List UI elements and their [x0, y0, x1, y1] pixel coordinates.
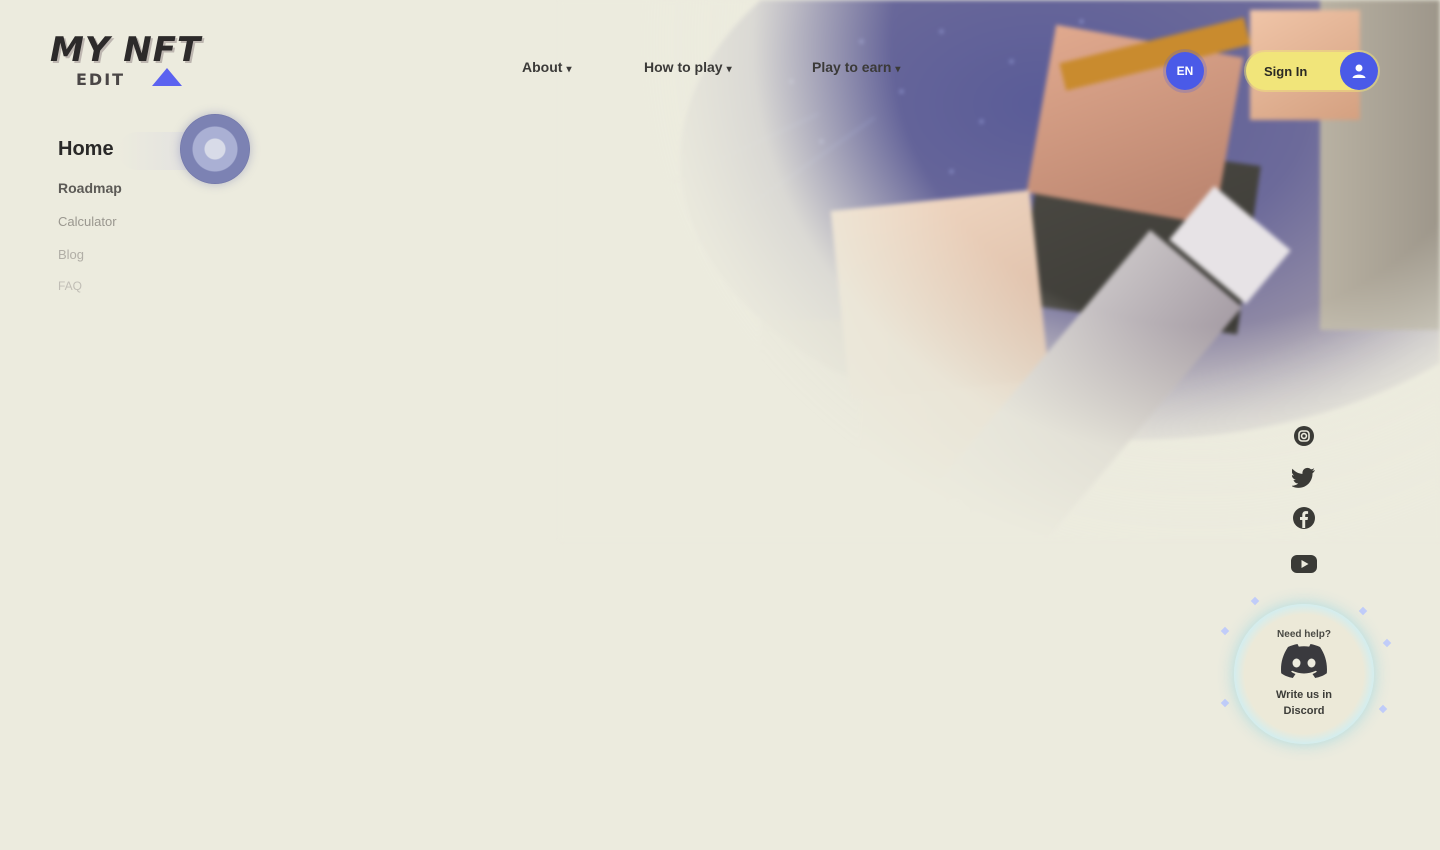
nav-play-to-earn[interactable]: Play to earn ▾ [812, 59, 900, 75]
nav-play-to-earn-label: Play to earn [812, 59, 892, 75]
sidebar-item-calculator[interactable]: Calculator [58, 214, 117, 229]
nav-how-to-play[interactable]: How to play ▾ [644, 59, 732, 75]
logo-text: MY NFT [50, 30, 202, 70]
youtube-icon[interactable] [1290, 550, 1318, 578]
logo-subtext: EDIT [76, 70, 126, 89]
instagram-icon[interactable] [1290, 422, 1318, 450]
sign-in-label: Sign In [1264, 63, 1308, 79]
discord-help-badge[interactable]: Need help? Write us in Discord [1234, 604, 1374, 744]
nav-how-to-play-label: How to play [644, 59, 723, 75]
help-title: Need help? [1277, 629, 1331, 640]
sidebar-item-faq[interactable]: FAQ [58, 279, 82, 293]
user-icon [1340, 52, 1378, 90]
twitter-icon[interactable] [1290, 463, 1318, 491]
sidebar-item-blog[interactable]: Blog [58, 247, 84, 262]
discord-icon [1281, 644, 1327, 683]
nav-about-label: About [522, 59, 563, 75]
facebook-icon[interactable] [1290, 504, 1318, 532]
chevron-down-icon: ▾ [566, 64, 572, 75]
nav-about[interactable]: About ▾ [522, 59, 571, 75]
page: MY NFT EDIT About ▾ How to play ▾ Play to … [0, 0, 1440, 850]
chevron-down-icon: ▾ [726, 64, 732, 75]
help-subtitle: Write us in Discord [1275, 689, 1333, 717]
sidebar-item-home[interactable]: Home [58, 138, 114, 161]
language-label: EN [1176, 64, 1194, 78]
home-orb-icon [180, 114, 250, 184]
sign-in-button[interactable]: Sign In [1246, 52, 1378, 90]
logo[interactable]: MY NFT EDIT [50, 30, 212, 92]
sidebar-item-roadmap[interactable]: Roadmap [58, 180, 122, 196]
logo-mark-icon [152, 68, 182, 86]
chevron-down-icon: ▾ [895, 64, 901, 75]
language-button[interactable]: EN [1166, 52, 1204, 90]
